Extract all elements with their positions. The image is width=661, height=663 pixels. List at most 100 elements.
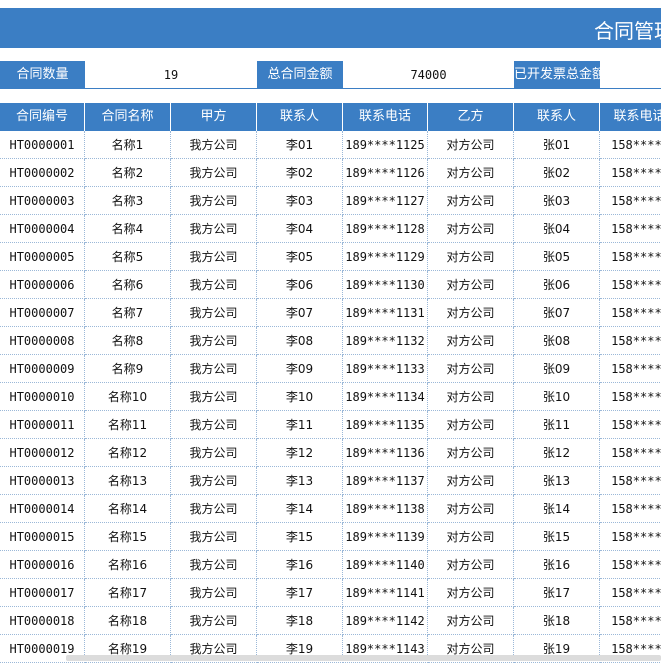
contract-name-cell[interactable]: 名称13	[85, 467, 171, 495]
contract-name-cell[interactable]: 名称6	[85, 271, 171, 299]
contact-b-cell[interactable]: 张17	[514, 579, 600, 607]
party-b-cell[interactable]: 对方公司	[428, 159, 514, 187]
phone-b-cell[interactable]: 158****8	[600, 131, 661, 159]
table-row[interactable]: HT0000015 名称15 我方公司 李15 189****1139 对方公司 张15 15…	[0, 523, 661, 551]
phone-a-cell[interactable]: 189****1139	[343, 523, 428, 551]
table-row[interactable]: HT0000004 名称4 我方公司 李04 189****1128 对方公司 张04 158…	[0, 215, 661, 243]
party-a-cell[interactable]: 我方公司	[171, 271, 257, 299]
header-col-contact-a[interactable]: 联系人	[257, 103, 343, 131]
phone-b-cell[interactable]: 158****8	[600, 159, 661, 187]
contract-no-cell[interactable]: HT0000008	[0, 327, 85, 355]
contract-name-cell[interactable]: 名称14	[85, 495, 171, 523]
party-b-cell[interactable]: 对方公司	[428, 215, 514, 243]
contract-name-cell[interactable]: 名称15	[85, 523, 171, 551]
phone-b-cell[interactable]: 158****8	[600, 411, 661, 439]
party-b-cell[interactable]: 对方公司	[428, 383, 514, 411]
party-a-cell[interactable]: 我方公司	[171, 327, 257, 355]
contract-name-cell[interactable]: 名称4	[85, 215, 171, 243]
party-a-cell[interactable]: 我方公司	[171, 383, 257, 411]
contact-a-cell[interactable]: 李14	[257, 495, 343, 523]
contact-a-cell[interactable]: 李11	[257, 411, 343, 439]
contract-name-cell[interactable]: 名称18	[85, 607, 171, 635]
contact-a-cell[interactable]: 李15	[257, 523, 343, 551]
table-row[interactable]: HT0000014 名称14 我方公司 李14 189****1138 对方公司 张14 15…	[0, 495, 661, 523]
header-col-contact-b[interactable]: 联系人	[514, 103, 600, 131]
header-col-contract-no[interactable]: 合同编号	[0, 103, 85, 131]
party-a-cell[interactable]: 我方公司	[171, 523, 257, 551]
table-row[interactable]: HT0000006 名称6 我方公司 李06 189****1130 对方公司 张06 158…	[0, 271, 661, 299]
table-row[interactable]: HT0000012 名称12 我方公司 李12 189****1136 对方公司 张12 15…	[0, 439, 661, 467]
party-b-cell[interactable]: 对方公司	[428, 187, 514, 215]
phone-b-cell[interactable]: 158****8	[600, 523, 661, 551]
phone-b-cell[interactable]: 158****8	[600, 551, 661, 579]
party-a-cell[interactable]: 我方公司	[171, 159, 257, 187]
contact-a-cell[interactable]: 李02	[257, 159, 343, 187]
contact-a-cell[interactable]: 李06	[257, 271, 343, 299]
party-a-cell[interactable]: 我方公司	[171, 495, 257, 523]
contact-b-cell[interactable]: 张11	[514, 411, 600, 439]
table-row[interactable]: HT0000009 名称9 我方公司 李09 189****1133 对方公司 张09 158…	[0, 355, 661, 383]
contact-a-cell[interactable]: 李12	[257, 439, 343, 467]
phone-b-cell[interactable]: 158****8	[600, 327, 661, 355]
contact-a-cell[interactable]: 李04	[257, 215, 343, 243]
contact-b-cell[interactable]: 张10	[514, 383, 600, 411]
phone-b-cell[interactable]: 158****8	[600, 299, 661, 327]
phone-b-cell[interactable]: 158****8	[600, 215, 661, 243]
party-b-cell[interactable]: 对方公司	[428, 327, 514, 355]
party-b-cell[interactable]: 对方公司	[428, 439, 514, 467]
contract-no-cell[interactable]: HT0000013	[0, 467, 85, 495]
contact-a-cell[interactable]: 李16	[257, 551, 343, 579]
phone-b-cell[interactable]: 158****8	[600, 579, 661, 607]
contact-a-cell[interactable]: 李07	[257, 299, 343, 327]
table-row[interactable]: HT0000008 名称8 我方公司 李08 189****1132 对方公司 张08 158…	[0, 327, 661, 355]
phone-a-cell[interactable]: 189****1136	[343, 439, 428, 467]
contract-no-cell[interactable]: HT0000014	[0, 495, 85, 523]
phone-b-cell[interactable]: 158****8	[600, 271, 661, 299]
phone-a-cell[interactable]: 189****1129	[343, 243, 428, 271]
table-row[interactable]: HT0000003 名称3 我方公司 李03 189****1127 对方公司 张03 158…	[0, 187, 661, 215]
phone-a-cell[interactable]: 189****1127	[343, 187, 428, 215]
party-b-cell[interactable]: 对方公司	[428, 411, 514, 439]
table-row[interactable]: HT0000011 名称11 我方公司 李11 189****1135 对方公司 张11 15…	[0, 411, 661, 439]
contract-name-cell[interactable]: 名称2	[85, 159, 171, 187]
phone-a-cell[interactable]: 189****1137	[343, 467, 428, 495]
phone-a-cell[interactable]: 189****1130	[343, 271, 428, 299]
contact-a-cell[interactable]: 李05	[257, 243, 343, 271]
header-col-contract-name[interactable]: 合同名称	[85, 103, 171, 131]
party-b-cell[interactable]: 对方公司	[428, 579, 514, 607]
party-a-cell[interactable]: 我方公司	[171, 299, 257, 327]
contact-b-cell[interactable]: 张01	[514, 131, 600, 159]
contract-no-cell[interactable]: HT0000006	[0, 271, 85, 299]
header-col-phone-a[interactable]: 联系电话	[343, 103, 428, 131]
contact-b-cell[interactable]: 张15	[514, 523, 600, 551]
contract-count-value[interactable]: 19	[85, 61, 257, 89]
contact-a-cell[interactable]: 李09	[257, 355, 343, 383]
phone-a-cell[interactable]: 189****1125	[343, 131, 428, 159]
contract-name-cell[interactable]: 名称17	[85, 579, 171, 607]
party-b-cell[interactable]: 对方公司	[428, 131, 514, 159]
phone-b-cell[interactable]: 158****8	[600, 607, 661, 635]
phone-b-cell[interactable]: 158****8	[600, 383, 661, 411]
contract-no-cell[interactable]: HT0000012	[0, 439, 85, 467]
phone-a-cell[interactable]: 189****1134	[343, 383, 428, 411]
contact-b-cell[interactable]: 张03	[514, 187, 600, 215]
contract-name-cell[interactable]: 名称11	[85, 411, 171, 439]
contact-b-cell[interactable]: 张12	[514, 439, 600, 467]
contract-name-cell[interactable]: 名称12	[85, 439, 171, 467]
contract-no-cell[interactable]: HT0000018	[0, 607, 85, 635]
table-row[interactable]: HT0000016 名称16 我方公司 李16 189****1140 对方公司 张16 15…	[0, 551, 661, 579]
phone-a-cell[interactable]: 189****1133	[343, 355, 428, 383]
phone-b-cell[interactable]: 158****8	[600, 439, 661, 467]
contact-a-cell[interactable]: 李17	[257, 579, 343, 607]
table-row[interactable]: HT0000013 名称13 我方公司 李13 189****1137 对方公司 张13 15…	[0, 467, 661, 495]
contact-b-cell[interactable]: 张14	[514, 495, 600, 523]
phone-a-cell[interactable]: 189****1128	[343, 215, 428, 243]
contact-b-cell[interactable]: 张06	[514, 271, 600, 299]
table-row[interactable]: HT0000018 名称18 我方公司 李18 189****1142 对方公司 张18 15…	[0, 607, 661, 635]
party-b-cell[interactable]: 对方公司	[428, 607, 514, 635]
contract-name-cell[interactable]: 名称9	[85, 355, 171, 383]
table-row[interactable]: HT0000005 名称5 我方公司 李05 189****1129 对方公司 张05 158…	[0, 243, 661, 271]
total-amount-value[interactable]: 74000	[343, 61, 514, 89]
party-a-cell[interactable]: 我方公司	[171, 551, 257, 579]
contact-a-cell[interactable]: 李13	[257, 467, 343, 495]
